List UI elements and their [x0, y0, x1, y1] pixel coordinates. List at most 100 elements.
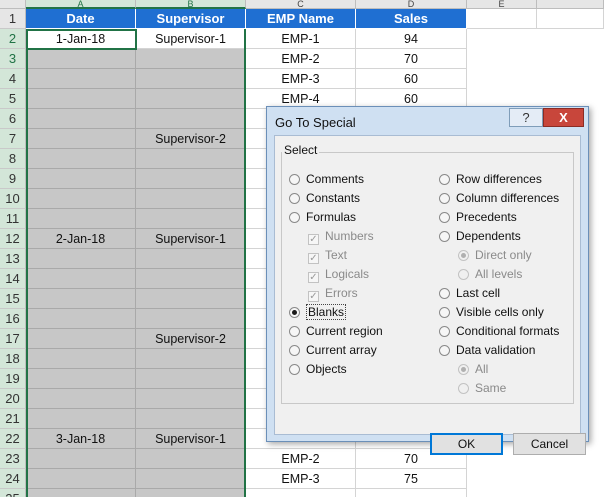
sup-cell[interactable]	[136, 409, 246, 429]
row-number[interactable]: 5	[0, 89, 26, 109]
dialog-titlebar[interactable]: Go To Special ? X	[267, 107, 588, 135]
sup-cell[interactable]	[136, 149, 246, 169]
row-number[interactable]: 20	[0, 389, 26, 409]
left-option[interactable]: Objects	[289, 361, 347, 377]
sup-cell[interactable]	[136, 109, 246, 129]
left-option[interactable]: Constants	[289, 190, 360, 206]
sup-cell[interactable]	[136, 189, 246, 209]
date-cell[interactable]	[26, 329, 136, 349]
row-number[interactable]: 18	[0, 349, 26, 369]
row-number[interactable]: 16	[0, 309, 26, 329]
row-number[interactable]: 8	[0, 149, 26, 169]
row-number[interactable]: 15	[0, 289, 26, 309]
row-number[interactable]: 9	[0, 169, 26, 189]
sup-cell[interactable]	[136, 369, 246, 389]
left-option[interactable]: Current array	[289, 342, 377, 358]
sup-cell[interactable]	[136, 309, 246, 329]
row-number[interactable]: 23	[0, 449, 26, 469]
sup-cell[interactable]	[136, 89, 246, 109]
date-cell[interactable]	[26, 469, 136, 489]
sales-cell[interactable]: 60	[356, 69, 467, 89]
radio-icon[interactable]	[439, 326, 450, 337]
sup-cell[interactable]: Supervisor-1	[136, 429, 246, 449]
row-number[interactable]: 1	[0, 9, 26, 29]
sup-cell[interactable]	[136, 209, 246, 229]
radio-icon[interactable]	[439, 212, 450, 223]
emp-cell[interactable]: EMP-3	[246, 469, 356, 489]
select-all-corner[interactable]	[0, 0, 26, 9]
date-cell[interactable]	[26, 209, 136, 229]
column-header[interactable]: B	[136, 0, 246, 9]
sup-cell[interactable]	[136, 69, 246, 89]
sup-cell[interactable]	[136, 169, 246, 189]
radio-icon[interactable]	[439, 345, 450, 356]
row-number[interactable]: 7	[0, 129, 26, 149]
header-cell[interactable]: Supervisor	[136, 9, 246, 29]
right-option[interactable]: Column differences	[439, 190, 559, 206]
right-option[interactable]: Row differences	[439, 171, 542, 187]
row-number[interactable]: 12	[0, 229, 26, 249]
column-header[interactable]: D	[356, 0, 467, 9]
cancel-button[interactable]: Cancel	[513, 433, 586, 455]
radio-icon[interactable]	[289, 174, 300, 185]
left-option[interactable]: Blanks	[289, 304, 347, 320]
emp-cell[interactable]	[246, 489, 356, 497]
radio-icon[interactable]	[289, 212, 300, 223]
row-number[interactable]: 25	[0, 489, 26, 497]
radio-icon[interactable]	[439, 307, 450, 318]
sales-cell[interactable]	[356, 489, 467, 497]
right-option[interactable]: Last cell	[439, 285, 500, 301]
row-number[interactable]: 14	[0, 269, 26, 289]
column-header[interactable]	[537, 0, 604, 9]
date-cell[interactable]	[26, 289, 136, 309]
right-option[interactable]: Visible cells only	[439, 304, 544, 320]
date-cell[interactable]	[26, 489, 136, 497]
header-cell[interactable]: Date	[26, 9, 136, 29]
sup-cell[interactable]	[136, 469, 246, 489]
sup-cell[interactable]	[136, 489, 246, 497]
right-option[interactable]: Conditional formats	[439, 323, 559, 339]
sup-cell[interactable]: Supervisor-2	[136, 329, 246, 349]
sup-cell[interactable]: Supervisor-1	[136, 229, 246, 249]
column-header[interactable]: A	[26, 0, 136, 9]
empty-cell[interactable]	[537, 9, 604, 29]
date-cell[interactable]	[26, 129, 136, 149]
date-cell[interactable]	[26, 269, 136, 289]
date-cell[interactable]	[26, 349, 136, 369]
left-option[interactable]: Current region	[289, 323, 383, 339]
close-button[interactable]: X	[543, 108, 584, 127]
left-option[interactable]: Formulas	[289, 209, 356, 225]
row-number[interactable]: 11	[0, 209, 26, 229]
date-cell[interactable]	[26, 169, 136, 189]
date-cell[interactable]	[26, 409, 136, 429]
emp-cell[interactable]: EMP-2	[246, 449, 356, 469]
radio-icon[interactable]	[439, 193, 450, 204]
active-cell-a2[interactable]	[26, 29, 137, 50]
empty-cell[interactable]	[467, 9, 537, 29]
row-number[interactable]: 24	[0, 469, 26, 489]
column-header[interactable]: C	[246, 0, 356, 9]
left-option[interactable]: Comments	[289, 171, 364, 187]
sup-cell[interactable]	[136, 269, 246, 289]
date-cell[interactable]	[26, 369, 136, 389]
radio-icon[interactable]	[439, 174, 450, 185]
date-cell[interactable]	[26, 89, 136, 109]
sup-cell[interactable]	[136, 349, 246, 369]
radio-icon[interactable]	[289, 364, 300, 375]
row-number[interactable]: 19	[0, 369, 26, 389]
date-cell[interactable]: 2-Jan-18	[26, 229, 136, 249]
radio-icon[interactable]	[439, 288, 450, 299]
row-number[interactable]: 3	[0, 49, 26, 69]
radio-icon[interactable]	[439, 231, 450, 242]
date-cell[interactable]	[26, 449, 136, 469]
date-cell[interactable]	[26, 249, 136, 269]
date-cell[interactable]: 3-Jan-18	[26, 429, 136, 449]
radio-icon[interactable]	[289, 307, 300, 318]
sales-cell[interactable]: 75	[356, 469, 467, 489]
help-button[interactable]: ?	[509, 108, 543, 127]
sup-cell[interactable]	[136, 389, 246, 409]
radio-icon[interactable]	[289, 345, 300, 356]
row-number[interactable]: 21	[0, 409, 26, 429]
row-number[interactable]: 10	[0, 189, 26, 209]
date-cell[interactable]	[26, 309, 136, 329]
